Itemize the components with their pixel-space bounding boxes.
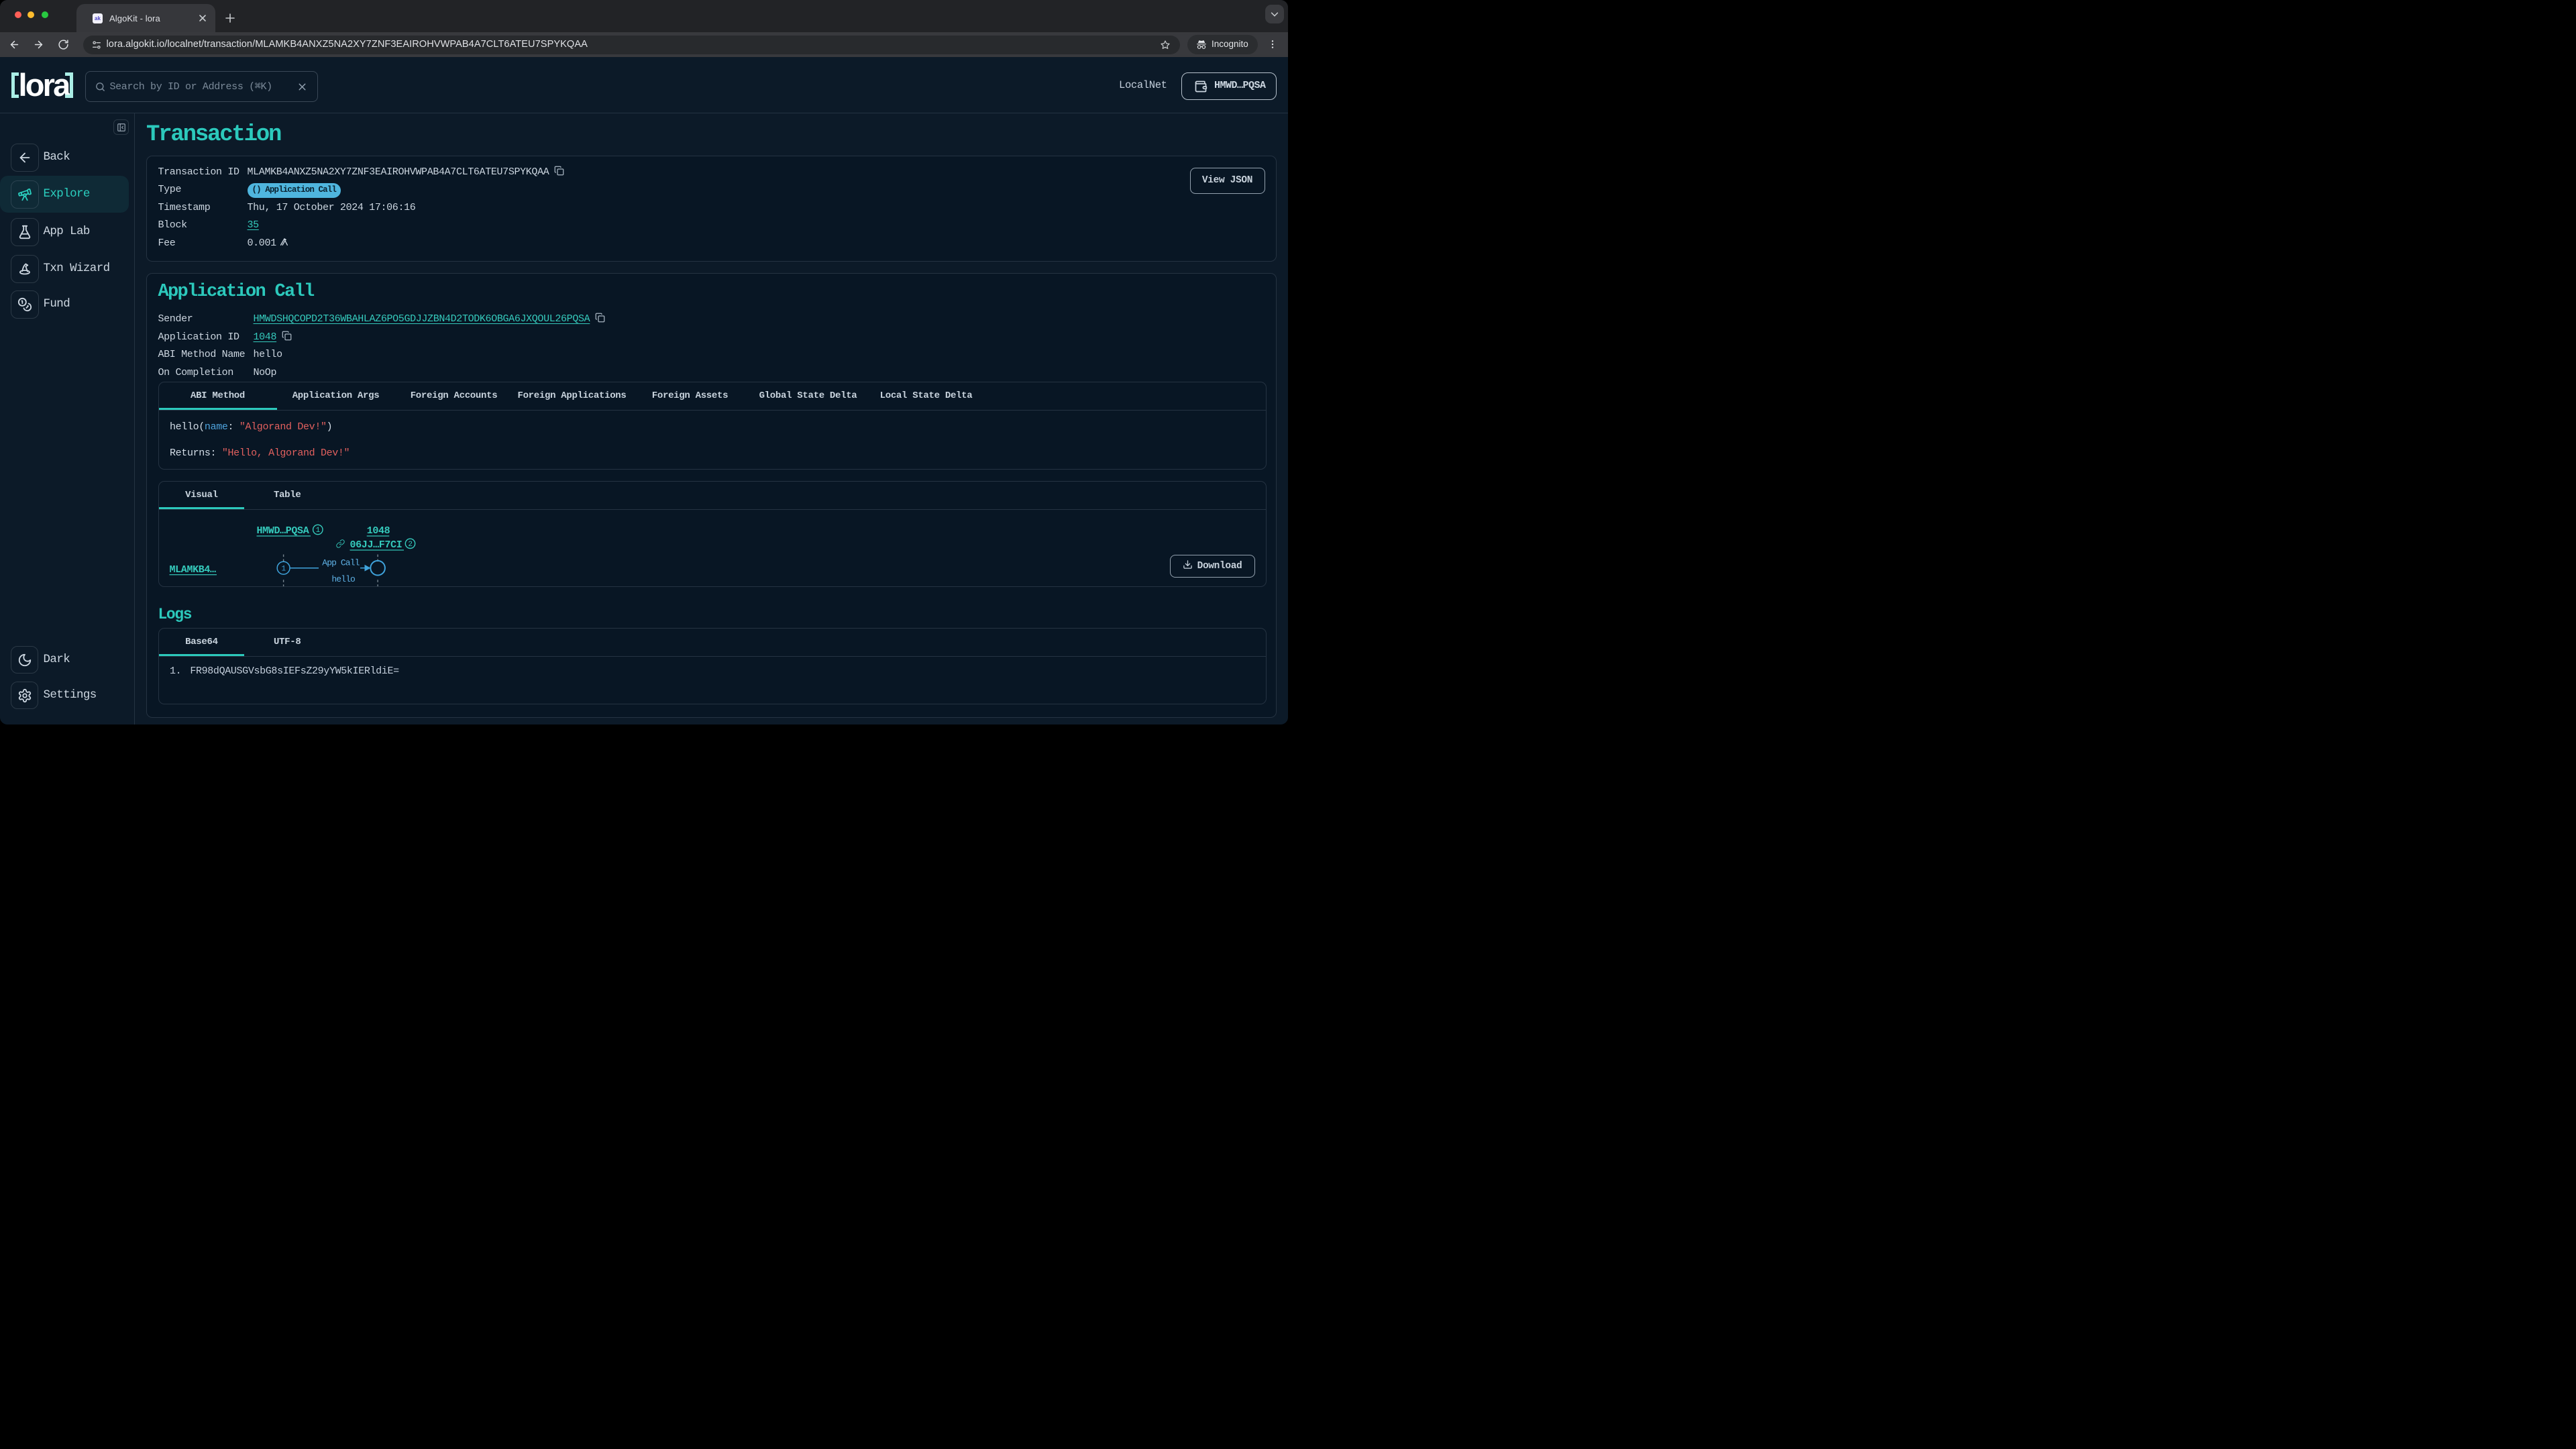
- svg-text:06JJ…F7CI: 06JJ…F7CI: [350, 539, 402, 551]
- svg-text:1: 1: [281, 566, 286, 574]
- svg-text:HMWD…PQSA: HMWD…PQSA: [256, 525, 309, 537]
- svg-text:1: 1: [315, 527, 320, 535]
- svg-text:hello: hello: [331, 574, 355, 584]
- svg-text:1048: 1048: [366, 525, 390, 537]
- svg-text:2: 2: [408, 541, 412, 549]
- svg-text:App Call: App Call: [322, 557, 360, 568]
- svg-text:MLAMKB4…: MLAMKB4…: [169, 564, 216, 576]
